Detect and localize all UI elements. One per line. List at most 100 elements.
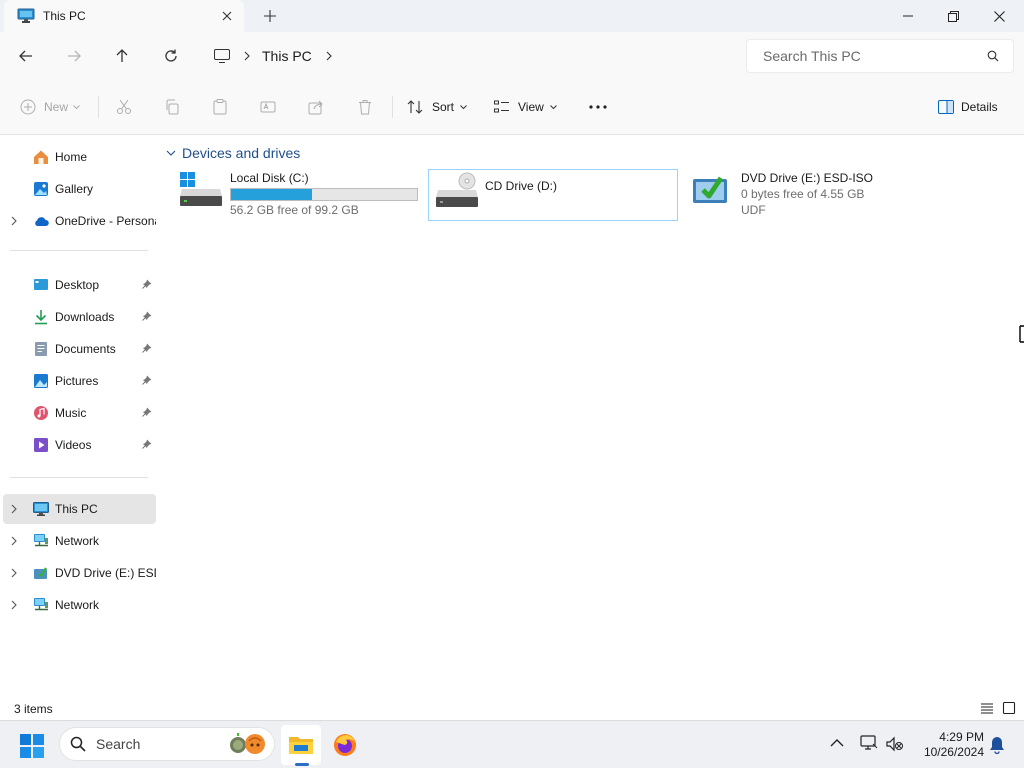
- share-icon: [308, 99, 324, 115]
- title-bar: This PC: [0, 0, 1024, 32]
- show-hidden-icons-icon[interactable]: [830, 738, 844, 748]
- view-button[interactable]: View: [494, 93, 557, 121]
- taskbar-search-label: Search: [96, 736, 141, 752]
- sidebar-item-this-pc[interactable]: This PC: [3, 494, 156, 524]
- address-bar[interactable]: This PC: [200, 39, 736, 73]
- search-icon[interactable]: [987, 50, 999, 62]
- taskbar-file-explorer[interactable]: [281, 725, 321, 765]
- navigation-pane: Home Gallery OneDrive - Persona Desktop …: [0, 135, 160, 698]
- taskbar-firefox[interactable]: [325, 725, 365, 765]
- home-icon: [33, 149, 49, 165]
- network-icon: [33, 597, 49, 613]
- details-pane-icon: [938, 100, 954, 114]
- sidebar-item-home[interactable]: Home: [3, 142, 156, 172]
- notification-bell-icon[interactable]: [989, 736, 1005, 754]
- delete-button[interactable]: [357, 93, 373, 121]
- minimize-button[interactable]: [885, 0, 931, 32]
- search-input[interactable]: [763, 48, 983, 64]
- gallery-icon: [33, 181, 49, 197]
- copy-icon: [164, 99, 180, 115]
- tab-this-pc[interactable]: This PC: [4, 0, 244, 32]
- details-label: Details: [961, 100, 998, 114]
- details-view-icon[interactable]: [980, 701, 996, 717]
- view-label: View: [518, 100, 544, 114]
- search-highlight-icon: [228, 732, 268, 756]
- sidebar-item-downloads[interactable]: Downloads: [3, 302, 156, 332]
- pin-icon[interactable]: [142, 407, 152, 417]
- sidebar-item-label: Music: [55, 406, 87, 420]
- plus-circle-icon: [20, 99, 36, 115]
- share-button[interactable]: [308, 93, 324, 121]
- sidebar-item-network-2[interactable]: Network: [3, 590, 156, 620]
- more-options-button[interactable]: [588, 93, 608, 121]
- drive-item-dvd-drive-e[interactable]: DVD Drive (E:) ESD-ISO 0 bytes free of 4…: [690, 169, 930, 221]
- up-button[interactable]: [106, 40, 138, 72]
- pin-icon[interactable]: [142, 343, 152, 353]
- view-list-icon: [494, 100, 510, 114]
- sort-button[interactable]: Sort: [407, 93, 467, 121]
- breadcrumb-chevron-icon[interactable]: [326, 51, 332, 61]
- breadcrumb-chevron-icon[interactable]: [244, 51, 250, 61]
- copy-button[interactable]: [164, 93, 180, 121]
- file-explorer-icon: [288, 734, 314, 756]
- pin-icon[interactable]: [142, 279, 152, 289]
- taskbar-search[interactable]: Search: [59, 727, 275, 761]
- pin-icon[interactable]: [142, 311, 152, 321]
- large-icons-view-icon[interactable]: [1002, 701, 1018, 717]
- cd-drive-icon: [435, 172, 479, 208]
- chevron-down-icon: [73, 104, 80, 110]
- dvd-drive-icon: [33, 565, 49, 581]
- sort-label: Sort: [432, 100, 455, 114]
- chevron-right-icon[interactable]: [11, 600, 17, 610]
- breadcrumb-this-pc[interactable]: This PC: [262, 48, 312, 64]
- restore-button[interactable]: [930, 0, 976, 32]
- forward-button[interactable]: [58, 40, 90, 72]
- close-tab-icon[interactable]: [212, 1, 242, 31]
- new-tab-button[interactable]: [256, 2, 284, 30]
- refresh-button[interactable]: [155, 40, 187, 72]
- drive-item-cd-drive-d[interactable]: CD Drive (D:): [428, 169, 678, 221]
- sidebar-item-videos[interactable]: Videos: [3, 430, 156, 460]
- chevron-right-icon[interactable]: [11, 536, 17, 546]
- sidebar-item-network[interactable]: Network: [3, 526, 156, 556]
- pin-icon[interactable]: [142, 375, 152, 385]
- taskbar-clock[interactable]: 4:29 PM 10/26/2024: [912, 730, 984, 760]
- toolbar-divider: [98, 96, 99, 118]
- paste-button[interactable]: [212, 93, 228, 121]
- search-box[interactable]: [746, 39, 1014, 73]
- sidebar-item-desktop[interactable]: Desktop: [3, 270, 156, 300]
- dvd-install-icon: [690, 171, 730, 207]
- sidebar-item-label: Gallery: [55, 182, 94, 196]
- sidebar-item-gallery[interactable]: Gallery: [3, 174, 156, 204]
- windows-disk-icon: [179, 171, 223, 207]
- new-button[interactable]: New: [20, 93, 80, 121]
- rename-button[interactable]: [260, 93, 276, 121]
- group-header-devices[interactable]: Devices and drives: [166, 145, 300, 161]
- start-button[interactable]: [20, 734, 44, 758]
- sidebar-item-onedrive[interactable]: OneDrive - Persona: [3, 206, 156, 236]
- chevron-right-icon[interactable]: [11, 504, 17, 514]
- address-row: This PC: [0, 32, 1024, 80]
- sidebar-item-documents[interactable]: Documents: [3, 334, 156, 364]
- sidebar-item-dvd-drive[interactable]: DVD Drive (E:) ESD-: [3, 558, 156, 588]
- close-window-button[interactable]: [976, 0, 1022, 32]
- onedrive-icon: [33, 213, 49, 229]
- videos-icon: [33, 437, 49, 453]
- chevron-down-icon[interactable]: [166, 150, 176, 156]
- volume-muted-icon[interactable]: [886, 736, 904, 752]
- chevron-right-icon[interactable]: [11, 216, 17, 226]
- sidebar-item-label: Videos: [55, 438, 92, 452]
- chevron-right-icon[interactable]: [11, 568, 17, 578]
- taskbar: Search 4:29 PM 10/26/2024: [0, 720, 1024, 768]
- drive-name: CD Drive (D:): [485, 179, 557, 193]
- cut-button[interactable]: [116, 93, 132, 121]
- paste-icon: [212, 99, 228, 115]
- network-status-icon[interactable]: [860, 735, 878, 751]
- command-bar: New Sort View Details: [0, 80, 1024, 135]
- sidebar-item-music[interactable]: Music: [3, 398, 156, 428]
- sidebar-item-pictures[interactable]: Pictures: [3, 366, 156, 396]
- drive-item-local-disk-c[interactable]: Local Disk (C:) 56.2 GB free of 99.2 GB: [179, 169, 424, 221]
- back-button[interactable]: [10, 40, 42, 72]
- pin-icon[interactable]: [142, 439, 152, 449]
- details-pane-button[interactable]: Details: [938, 93, 998, 121]
